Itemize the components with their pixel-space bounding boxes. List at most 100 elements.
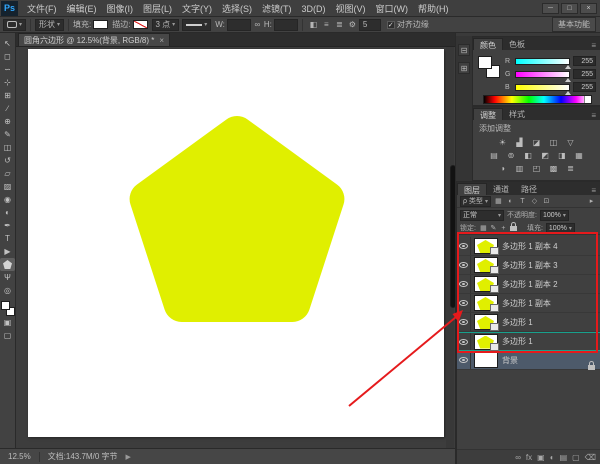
zoom-tool[interactable]: ◎ [0,284,15,297]
vibrance-icon[interactable]: ▽ [564,137,577,148]
eye-icon[interactable] [459,319,468,325]
lock-pixels-icon[interactable]: ✎ [489,223,498,233]
new-group-icon[interactable]: ▤ [560,453,568,462]
visibility-cell[interactable] [457,333,471,350]
healing-brush-tool[interactable]: ⊕ [0,115,15,128]
layer-row[interactable]: 多边形 1 副本 [457,294,600,313]
move-tool[interactable]: ↖ [0,37,15,50]
foreground-color-swatch[interactable] [1,301,10,310]
polygon-sides-field[interactable]: 5 [359,19,381,31]
menu-item-6[interactable]: 滤镜(T) [257,4,297,14]
visibility-cell[interactable] [457,351,471,369]
lasso-tool[interactable]: ∽ [0,63,15,76]
panel-menu-icon[interactable]: ≡ [587,186,600,195]
tab-styles[interactable]: 样式 [503,108,531,120]
menu-item-5[interactable]: 选择(S) [217,4,257,14]
gradient-tool[interactable]: ▨ [0,180,15,193]
path-alignment-icon[interactable]: ≡ [320,19,333,31]
panel-menu-icon[interactable]: ≡ [587,41,600,50]
zoom-level-field[interactable]: 12.5% [8,452,31,461]
layer-row[interactable]: 背景 [457,351,600,370]
visibility-cell[interactable] [457,275,471,293]
threshold-icon[interactable]: ◰ [530,163,543,174]
layer-row[interactable]: 多边形 1 [457,313,600,332]
layer-thumbnail[interactable] [474,352,498,368]
channel-slider-R[interactable] [515,58,570,65]
visibility-cell[interactable] [457,237,471,255]
fill-color-swatch[interactable] [93,20,108,29]
exposure-icon[interactable]: ◫ [547,137,560,148]
eye-icon[interactable] [459,262,468,268]
menu-item-9[interactable]: 窗口(W) [371,4,414,14]
channel-value-B[interactable]: 255 [573,82,597,92]
eraser-tool[interactable]: ▱ [0,167,15,180]
channel-mixer-icon[interactable]: ◨ [556,150,569,161]
slider-knob-icon[interactable] [565,78,571,82]
black-white-icon[interactable]: ◧ [522,150,535,161]
stroke-style-select[interactable]: ▾ [182,19,211,31]
crop-tool[interactable]: ⊞ [0,89,15,102]
levels-icon[interactable]: ▟ [513,137,526,148]
color-swatches[interactable] [478,56,500,78]
align-edges-option[interactable]: ✓ 对齐边缘 [387,19,429,30]
delete-layer-icon[interactable]: ⌫ [585,453,596,462]
vertical-scrollbar[interactable] [446,47,454,448]
menu-item-4[interactable]: 文字(Y) [177,4,217,14]
screen-mode-button[interactable]: ▢ [0,329,15,342]
menu-item-2[interactable]: 图像(I) [102,4,139,14]
foreground-background-swatches[interactable] [1,301,15,316]
menu-item-0[interactable]: 文件(F) [22,4,62,14]
tab-close-icon[interactable]: × [159,36,164,45]
tab-layers[interactable]: 图层 [457,183,487,195]
curves-icon[interactable]: ◪ [530,137,543,148]
quick-selection-tool[interactable]: ⊹ [0,76,15,89]
brightness-contrast-icon[interactable]: ☀ [496,137,509,148]
polygon-shape-tool[interactable] [0,258,15,271]
layer-row[interactable]: 多边形 1 副本 3 [457,256,600,275]
layer-thumbnail[interactable] [474,238,498,254]
gradient-map-icon[interactable]: ▩ [547,163,560,174]
pentagon-shape[interactable] [148,134,327,304]
menu-item-3[interactable]: 图层(L) [138,4,177,14]
foreground-swatch[interactable] [478,56,492,69]
channel-slider-B[interactable] [515,84,570,91]
path-selection-tool[interactable]: ▶ [0,245,15,258]
color-spectrum-ramp[interactable] [483,95,592,104]
eye-icon[interactable] [459,300,468,306]
filter-kind-select[interactable]: ρ 类型 ▾ [460,196,491,207]
photo-filter-icon[interactable]: ◩ [539,150,552,161]
channel-value-R[interactable]: 255 [573,56,597,66]
marquee-tool[interactable]: ◻ [0,50,15,63]
filter-pixel-layers-icon[interactable]: ▦ [493,196,504,207]
tab-adjustments[interactable]: 调整 [473,108,503,120]
panel-menu-icon[interactable]: ≡ [587,111,600,120]
stroke-width-field[interactable]: 3 点 ▾ [152,19,180,31]
menu-item-8[interactable]: 视图(V) [331,4,371,14]
visibility-cell[interactable] [457,313,471,331]
tab-paths[interactable]: 路径 [515,183,543,195]
lock-position-icon[interactable]: + [499,223,508,233]
align-edges-checkbox[interactable]: ✓ [387,21,395,29]
tab-color[interactable]: 颜色 [473,38,503,50]
menu-item-1[interactable]: 编辑(E) [62,4,102,14]
document-tab[interactable]: 圆角六边形 @ 12.5%(背景, RGB/8) * × [18,33,170,46]
eye-icon[interactable] [459,357,468,363]
eye-icon[interactable] [459,281,468,287]
layer-thumbnail[interactable] [474,276,498,292]
document-canvas[interactable] [28,49,444,437]
fill-opacity-field[interactable]: 100% ▾ [546,223,575,234]
layer-thumbnail[interactable] [474,257,498,273]
lock-transparency-icon[interactable]: ▦ [479,223,488,233]
hand-tool[interactable]: Ψ [0,271,15,284]
channel-slider-G[interactable] [515,71,570,78]
layer-row[interactable]: 多边形 1 副本 4 [457,237,600,256]
layer-style-icon[interactable]: fx [526,453,532,462]
menu-item-7[interactable]: 3D(D) [297,4,331,14]
link-dimensions-icon[interactable]: ∞ [251,19,264,31]
link-layers-icon[interactable]: ∞ [515,453,521,462]
filter-adjustment-layers-icon[interactable]: ◐ [505,196,516,207]
layer-row[interactable]: 多边形 1 副本 2 [457,275,600,294]
new-adjustment-layer-icon[interactable]: ◐ [550,453,555,462]
filter-smart-objects-icon[interactable]: ⊡ [541,196,552,207]
filter-type-layers-icon[interactable]: T [517,196,528,207]
